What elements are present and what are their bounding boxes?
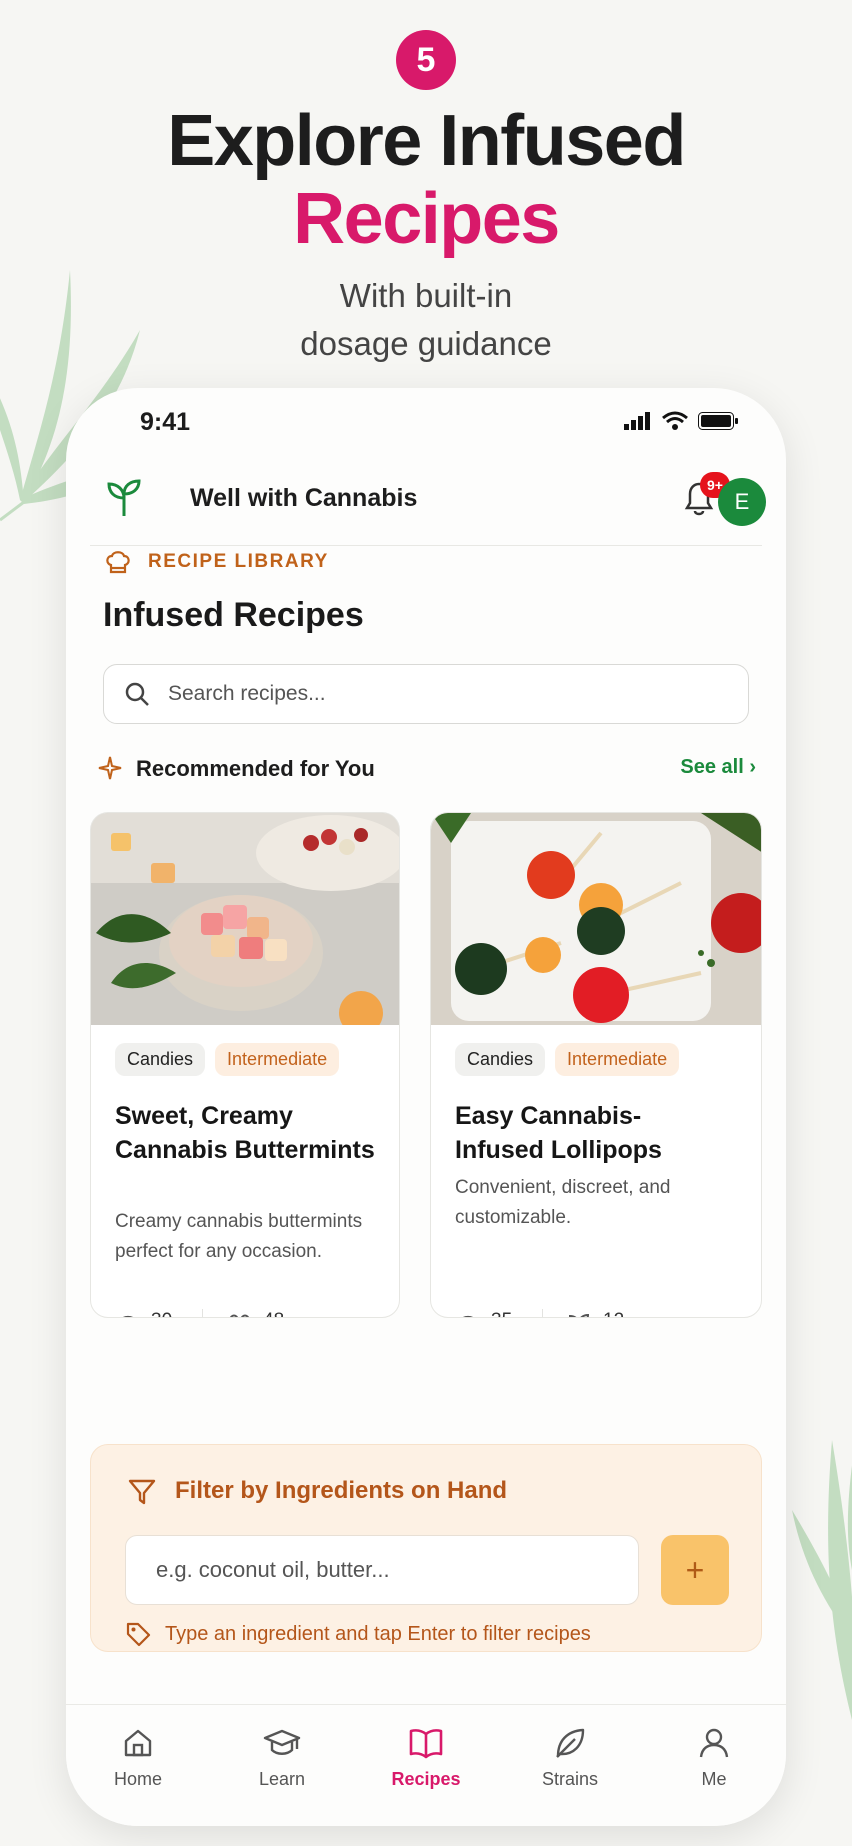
- recipe-tags: Candies Intermediate: [115, 1043, 340, 1076]
- chef-hat-icon: [106, 551, 130, 574]
- status-icons: [624, 411, 738, 431]
- ingredient-filter-panel: Filter by Ingredients on Hand + Type an …: [90, 1444, 762, 1652]
- clock-icon: [462, 1315, 474, 1317]
- see-all-label: See all: [680, 756, 744, 778]
- recipe-image-buttermints: [91, 813, 399, 1025]
- search-bar[interactable]: [103, 664, 749, 724]
- wifi-icon: [662, 411, 688, 430]
- recipe-title: Easy Cannabis-Infused Lollipops: [455, 1102, 662, 1164]
- app-name: Well with Cannabis: [190, 484, 418, 512]
- search-icon: [125, 682, 149, 706]
- step-badge: 5: [396, 30, 456, 90]
- meta-divider: [202, 1309, 204, 1317]
- filter-hint: Type an ingredient and tap Enter to filt…: [125, 1621, 591, 1647]
- promo-subtitle: With built-in dosage guidance: [0, 272, 852, 368]
- recipe-card[interactable]: Candies Intermediate Easy Cannabis-Infus…: [430, 812, 762, 1318]
- battery-icon: [698, 412, 738, 430]
- recipe-meta: 30 min 48 servings: [115, 1309, 330, 1317]
- recipe-time: 30 min: [115, 1309, 180, 1317]
- tab-strains[interactable]: Strains: [498, 1705, 642, 1826]
- tab-home-label: Home: [113, 1769, 162, 1789]
- section-kicker-text: RECIPE LIBRARY: [148, 551, 329, 572]
- chevron-right-icon: ›: [749, 756, 756, 778]
- recipe-time-value: 30: [151, 1309, 180, 1317]
- section-kicker: RECIPE LIBRARY: [104, 548, 329, 576]
- home-icon: [124, 1729, 152, 1757]
- recipe-description: Creamy cannabis buttermints perfect for …: [115, 1211, 363, 1262]
- leaf-icon: [556, 1728, 585, 1758]
- promo-subtitle-line-2: dosage guidance: [300, 325, 552, 362]
- recipe-servings: 12 servings: [565, 1309, 670, 1317]
- recipe-image-lollipops: [431, 813, 761, 1025]
- tab-learn-label: Learn: [258, 1769, 306, 1789]
- app-bar: Well with Cannabis 9+ E: [90, 454, 766, 546]
- graduation-cap-icon: [263, 1729, 301, 1755]
- meta-divider: [542, 1309, 544, 1317]
- user-avatar[interactable]: E: [718, 478, 766, 526]
- see-all-link[interactable]: See all ›: [680, 756, 756, 779]
- signal-icon: [624, 412, 650, 430]
- promo-subtitle-line-1: With built-in: [339, 277, 513, 314]
- promo-title-accent: Recipes: [293, 179, 560, 259]
- sprout-logo-icon: [107, 479, 141, 516]
- recipe-servings-value: 12: [603, 1309, 670, 1317]
- recipe-servings: 48 servings: [225, 1309, 330, 1317]
- book-icon: [409, 1729, 443, 1759]
- tag-icon: [126, 1622, 151, 1647]
- tab-me[interactable]: Me: [642, 1705, 786, 1826]
- filter-title: Filter by Ingredients on Hand: [175, 1477, 508, 1504]
- status-bar: 9:41: [66, 388, 786, 452]
- tab-strains-label: Strains: [541, 1769, 599, 1789]
- clock-icon: [122, 1315, 134, 1317]
- cannabis-leaf-decoration-right: [792, 1440, 852, 1720]
- difficulty-tag: Intermediate: [555, 1043, 680, 1076]
- recipe-time: 35 min: [455, 1309, 520, 1317]
- status-time: 9:41: [140, 408, 191, 436]
- recipe-servings-value: 48: [263, 1309, 330, 1317]
- tab-recipes-label: Recipes: [391, 1769, 461, 1789]
- recipe-card[interactable]: Candies Intermediate Sweet, Creamy Canna…: [90, 812, 400, 1318]
- recipe-description: Convenient, discreet, and customizable.: [455, 1177, 671, 1228]
- page-title: Infused Recipes: [103, 596, 364, 634]
- tab-learn[interactable]: Learn: [210, 1705, 354, 1826]
- sprout-servings-icon: [569, 1313, 590, 1317]
- category-tag: Candies: [455, 1043, 546, 1076]
- tab-me-label: Me: [701, 1769, 727, 1789]
- ingredient-input[interactable]: [125, 1535, 639, 1605]
- category-tag: Candies: [115, 1043, 206, 1076]
- promo-header: 5 Explore Infused Recipes With built-in …: [0, 30, 852, 368]
- promo-title: Explore Infused: [167, 101, 686, 181]
- user-icon: [699, 1728, 729, 1758]
- bottom-tab-bar: Home Learn Recipes Strains Me: [66, 1704, 786, 1826]
- filter-hint-text: Type an ingredient and tap Enter to filt…: [165, 1622, 591, 1645]
- tab-recipes[interactable]: Recipes: [354, 1705, 498, 1826]
- recipe-meta: 35 min 12 servings: [455, 1309, 670, 1317]
- recommended-title: Recommended for You: [136, 756, 375, 781]
- add-ingredient-button[interactable]: +: [661, 1535, 729, 1605]
- search-input[interactable]: [168, 665, 728, 723]
- recipe-tags: Candies Intermediate: [455, 1043, 680, 1076]
- sparkle-icon: [98, 756, 122, 780]
- difficulty-tag: Intermediate: [215, 1043, 340, 1076]
- recipe-title: Sweet, Creamy Cannabis Buttermints: [115, 1102, 375, 1164]
- tab-home[interactable]: Home: [66, 1705, 210, 1826]
- recipe-time-value: 35: [491, 1309, 520, 1317]
- recommended-header: Recommended for You See all ›: [96, 750, 756, 790]
- people-icon: [229, 1314, 250, 1317]
- filter-funnel-icon: [128, 1479, 156, 1505]
- phone-frame: 9:41 Well with Cannabis 9+ E RECIPE LIBR…: [66, 388, 786, 1826]
